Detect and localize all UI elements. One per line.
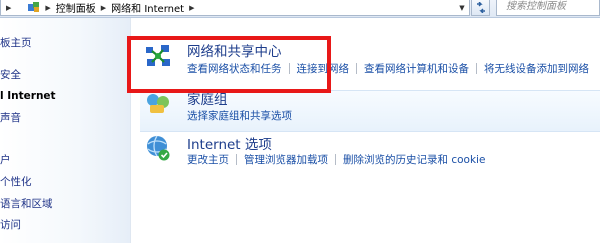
link-add-wireless-device[interactable]: 将无线设备添加到网络 (484, 61, 589, 76)
link-manage-addons[interactable]: 管理浏览器加载项 (244, 152, 328, 167)
refresh-button[interactable] (471, 0, 490, 16)
chevron-right-icon[interactable]: ▶ (101, 4, 106, 12)
sidebar: 板主页 安全 l Internet 声音 户 个性化 语言和区域 访问 (0, 18, 131, 243)
refresh-icon (476, 2, 485, 13)
sidebar-item-language-region[interactable]: 语言和区域 (0, 198, 53, 211)
divider (356, 63, 357, 74)
sidebar-item-sound[interactable]: 声音 (0, 112, 21, 125)
link-delete-history[interactable]: 删除浏览的历史记录和 cookie (343, 152, 485, 167)
homegroup-links: 选择家庭组和共享选项 (187, 108, 292, 123)
internet-options-title[interactable]: Internet 选项 (187, 133, 272, 153)
link-view-network-computers[interactable]: 查看网络计算机和设备 (364, 61, 469, 76)
chevron-down-icon: ▼ (459, 3, 465, 12)
divider (335, 154, 336, 165)
sidebar-item-security[interactable]: 安全 (0, 69, 21, 82)
chevron-right-icon[interactable]: ▶ (6, 4, 11, 12)
divider (236, 154, 237, 165)
homegroup-icon[interactable] (144, 92, 172, 116)
sidebar-item-personalization[interactable]: 个性化 (0, 176, 32, 189)
highlight-annotation-box (127, 36, 331, 93)
link-homegroup-sharing-options[interactable]: 选择家庭组和共享选项 (187, 108, 292, 123)
divider (476, 63, 477, 74)
breadcrumb-network-internet[interactable]: 网络和 Internet (111, 0, 184, 15)
address-bar: ▶ ▶ 控制面板 ▶ 网络和 Internet ▶ ▼ 搜索控制面板 (0, 0, 600, 18)
sidebar-item-accounts[interactable]: 户 (0, 154, 11, 167)
address-dropdown-button[interactable]: ▼ (455, 0, 469, 15)
internet-options-icon[interactable] (145, 134, 171, 162)
link-change-homepage[interactable]: 更改主页 (187, 152, 229, 167)
internet-options-links: 更改主页 管理浏览器加载项 删除浏览的历史记录和 cookie (187, 152, 485, 167)
search-input[interactable]: 搜索控制面板 (496, 0, 600, 16)
chevron-right-icon[interactable]: ▶ (189, 4, 194, 12)
chevron-right-icon[interactable]: ▶ (45, 4, 50, 12)
breadcrumb[interactable]: ▶ ▶ 控制面板 ▶ 网络和 Internet ▶ (0, 0, 470, 16)
sidebar-item-home[interactable]: 板主页 (0, 37, 32, 50)
control-panel-icon (28, 2, 40, 13)
breadcrumb-control-panel[interactable]: 控制面板 (56, 0, 96, 15)
sidebar-item-accessibility[interactable]: 访问 (0, 219, 21, 232)
sidebar-item-network-internet[interactable]: l Internet (0, 90, 56, 103)
